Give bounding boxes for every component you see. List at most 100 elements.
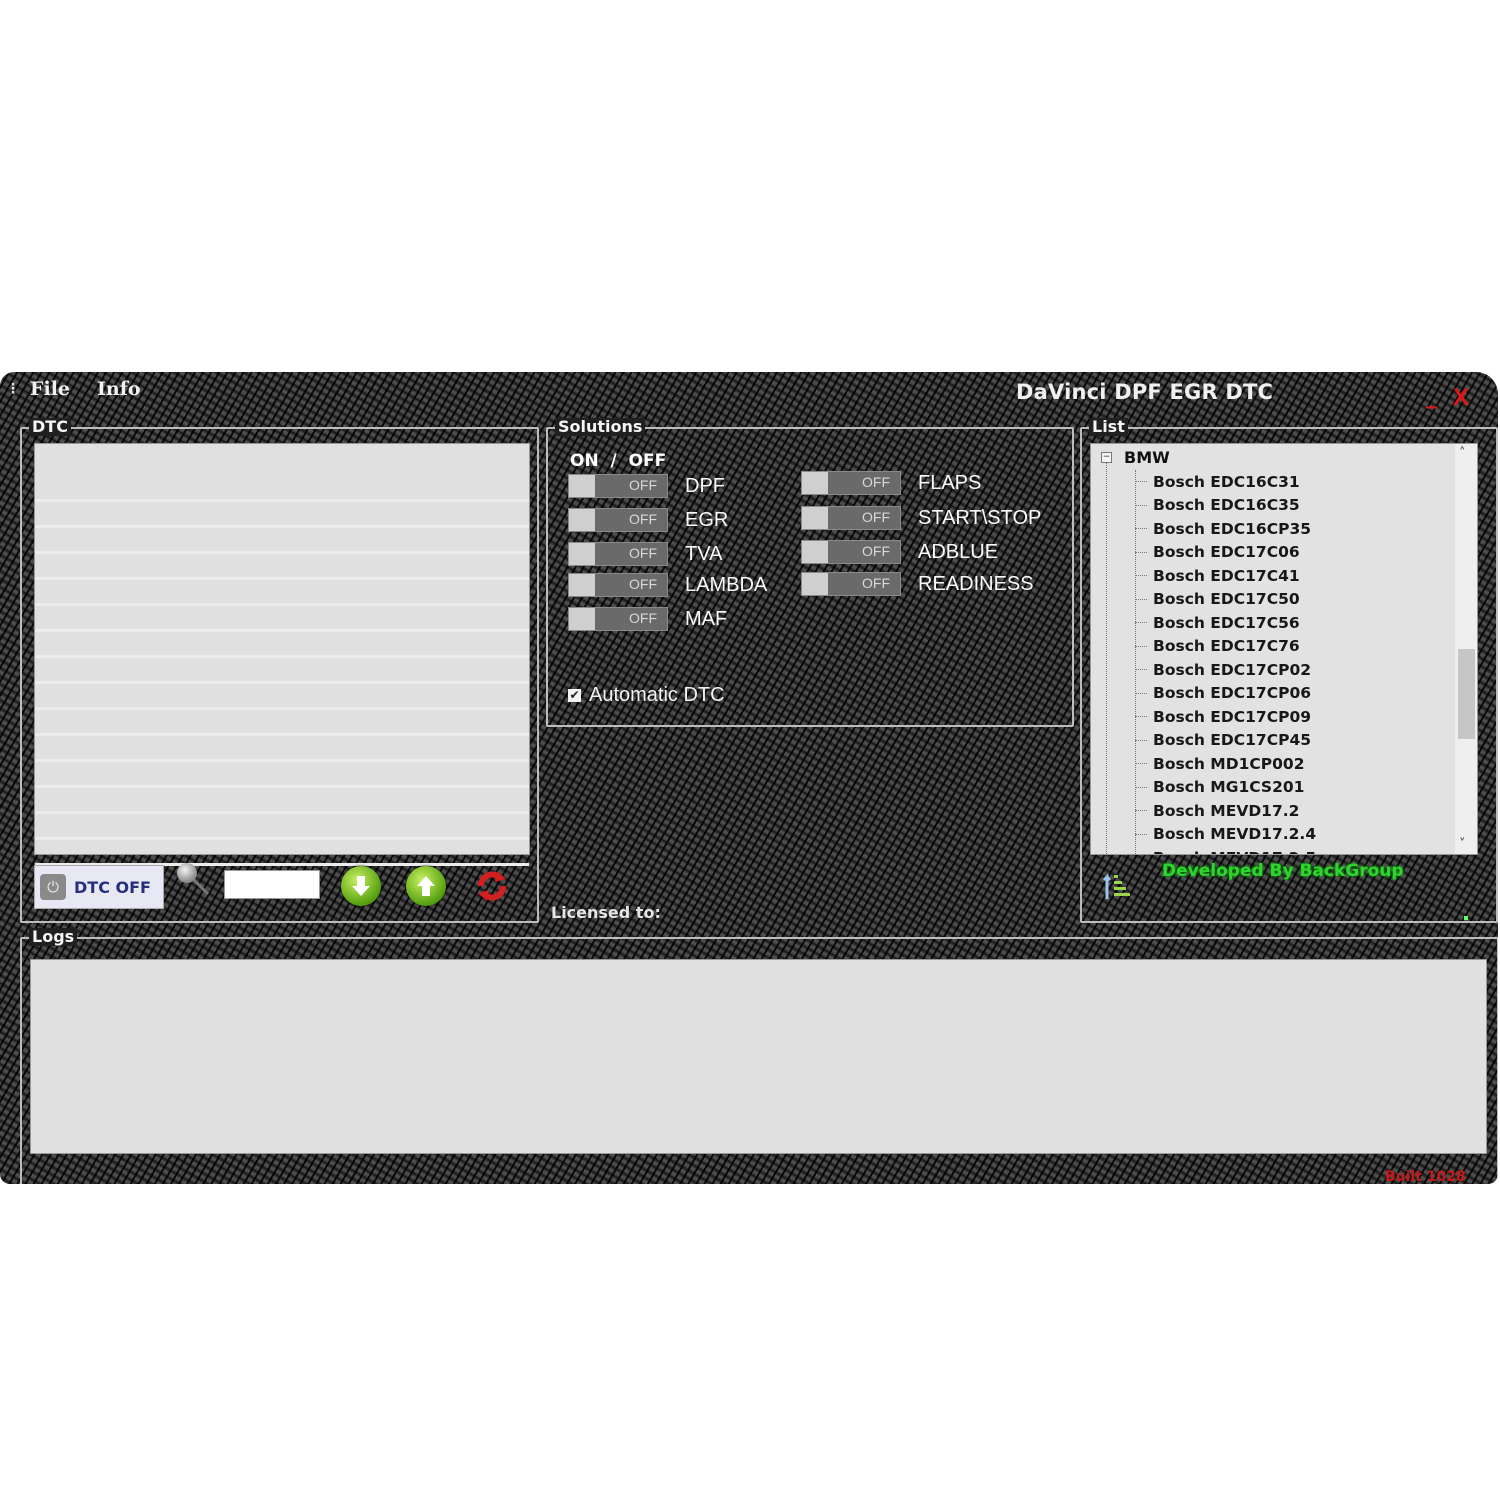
tree-scrollbar[interactable]: ˄ ˅ (1455, 444, 1477, 854)
tree-item[interactable]: Bosch MEVD17.2.5 (1135, 846, 1316, 854)
automatic-dtc-checkbox[interactable]: ✔ Automatic DTC (568, 684, 725, 707)
dtc-off-button[interactable]: ⏻ DTC OFF (34, 865, 164, 909)
dtc-row[interactable] (35, 788, 529, 814)
tree-item-label: Bosch EDC17C06 (1153, 543, 1300, 562)
list-group-label: List (1089, 418, 1128, 436)
refresh-button[interactable] (472, 866, 512, 906)
logs-textarea[interactable] (30, 959, 1487, 1154)
automatic-dtc-label: Automatic DTC (589, 684, 725, 706)
menu-info[interactable]: Info (97, 378, 141, 400)
lambda-toggle[interactable]: OFF (568, 573, 668, 597)
dtc-row[interactable] (35, 762, 529, 788)
tree-item[interactable]: Bosch MD1CP002 (1135, 752, 1316, 776)
tree-connector (1135, 810, 1147, 812)
tree-connector (1135, 528, 1147, 530)
dtc-off-label: DTC OFF (74, 877, 151, 897)
scroll-thumb[interactable] (1458, 649, 1475, 739)
toggle-row-dpf: OFF DPF (568, 474, 725, 498)
tree-item[interactable]: Bosch MEVD17.2 (1135, 799, 1316, 823)
upload-button[interactable] (406, 866, 446, 906)
dtc-row[interactable] (35, 814, 529, 840)
close-button[interactable]: X (1453, 384, 1469, 412)
ecu-tree-view[interactable]: − BMW Bosch EDC16C31 Bosch EDC16C35 Bosch … (1090, 443, 1478, 855)
tree-connector (1135, 598, 1147, 600)
tree-item-label: Bosch EDC17CP09 (1153, 707, 1312, 726)
developer-credit: Developed By BackGroup (1162, 861, 1404, 881)
licensed-to-label: Licensed to: (551, 903, 661, 922)
toggle-state: OFF (629, 576, 657, 592)
tree-item[interactable]: Bosch EDC17CP06 (1135, 682, 1316, 706)
grip-icon[interactable]: ⋮ (6, 382, 20, 396)
tree-item-label: Bosch MD1CP002 (1153, 754, 1305, 773)
tree-item[interactable]: Bosch EDC17C56 (1135, 611, 1316, 635)
tree-item-label: Bosch EDC17C41 (1153, 566, 1300, 585)
tree-item[interactable]: Bosch EDC17C76 (1135, 635, 1316, 659)
tree-connector (1135, 669, 1147, 671)
tree-item-label: Bosch EDC17CP45 (1153, 731, 1312, 750)
dtc-row[interactable] (35, 580, 529, 606)
readiness-toggle[interactable]: OFF (801, 572, 901, 596)
egr-toggle[interactable]: OFF (568, 508, 668, 532)
arrow-up-icon (417, 876, 435, 896)
tree-item[interactable]: Bosch EDC16C35 (1135, 494, 1316, 518)
dtc-row[interactable] (35, 606, 529, 632)
dpf-toggle[interactable]: OFF (568, 474, 668, 498)
tree-item-label: Bosch EDC17C50 (1153, 590, 1300, 609)
tree-item-label: Bosch EDC16CP35 (1153, 519, 1312, 538)
dtc-search-input[interactable] (224, 870, 320, 899)
status-indicator (1464, 916, 1468, 920)
adblue-toggle[interactable]: OFF (801, 540, 901, 564)
dtc-row[interactable] (35, 658, 529, 684)
flaps-toggle[interactable]: OFF (801, 471, 901, 495)
tva-toggle[interactable]: OFF (568, 542, 668, 566)
dtc-row[interactable] (35, 528, 529, 554)
tree-item[interactable]: Bosch EDC17CP02 (1135, 658, 1316, 682)
build-number: Built 1028 (1385, 1169, 1466, 1184)
tree-item[interactable]: Bosch EDC17CP45 (1135, 729, 1316, 753)
tree-item[interactable]: Bosch EDC17C50 (1135, 588, 1316, 612)
toggle-row-flaps: OFF FLAPS (801, 471, 981, 495)
minimize-button[interactable]: _ (1426, 384, 1437, 409)
dtc-row[interactable] (35, 554, 529, 580)
tree-item[interactable]: Bosch MG1CS201 (1135, 776, 1316, 800)
tree-connector (1135, 575, 1147, 577)
tree-item[interactable]: Bosch EDC16C31 (1135, 470, 1316, 494)
scroll-up-icon[interactable]: ˄ (1459, 446, 1466, 461)
dtc-row[interactable] (35, 684, 529, 710)
tree-item[interactable]: Bosch EDC16CP35 (1135, 517, 1316, 541)
tree-item[interactable]: Bosch EDC17CP09 (1135, 705, 1316, 729)
tree-connector (1135, 645, 1147, 647)
dtc-row[interactable] (35, 632, 529, 658)
toggle-knob (569, 608, 595, 630)
dtc-listbox[interactable] (34, 443, 530, 866)
start-stop-toggle[interactable]: OFF (801, 506, 901, 530)
tree-item-label: Bosch EDC16C31 (1153, 472, 1300, 491)
toggle-row-start-stop: OFF START\STOP (801, 506, 1041, 530)
egr-label: EGR (685, 508, 729, 531)
dtc-row[interactable] (35, 444, 529, 502)
toggle-state: OFF (862, 543, 890, 559)
sort-ascending-icon[interactable] (1102, 869, 1132, 901)
refresh-icon (478, 871, 506, 901)
tree-item[interactable]: Bosch EDC17C06 (1135, 541, 1316, 565)
toggle-state: OFF (629, 511, 657, 527)
tree-node-bmw[interactable]: − BMW (1101, 448, 1170, 467)
tree-item-label: Bosch MG1CS201 (1153, 778, 1305, 797)
tva-label: TVA (685, 542, 723, 565)
menu-file[interactable]: File (30, 378, 70, 400)
scroll-down-icon[interactable]: ˅ (1459, 837, 1466, 852)
dtc-row[interactable] (35, 502, 529, 528)
magnifier-icon[interactable] (175, 861, 211, 897)
tree-item[interactable]: Bosch EDC17C41 (1135, 564, 1316, 588)
toggle-state: OFF (862, 509, 890, 525)
dtc-row[interactable] (35, 840, 529, 866)
dtc-group-label: DTC (29, 418, 71, 436)
maf-toggle[interactable]: OFF (568, 607, 668, 631)
collapse-icon[interactable]: − (1101, 452, 1112, 463)
dtc-row[interactable] (35, 710, 529, 736)
dtc-row[interactable] (35, 736, 529, 762)
toggle-row-adblue: OFF ADBLUE (801, 540, 998, 564)
download-button[interactable] (341, 866, 381, 906)
solutions-group: Solutions ON / OFF OFF DPF OFF EGR OFF T… (546, 418, 1074, 727)
tree-item[interactable]: Bosch MEVD17.2.4 (1135, 823, 1316, 847)
